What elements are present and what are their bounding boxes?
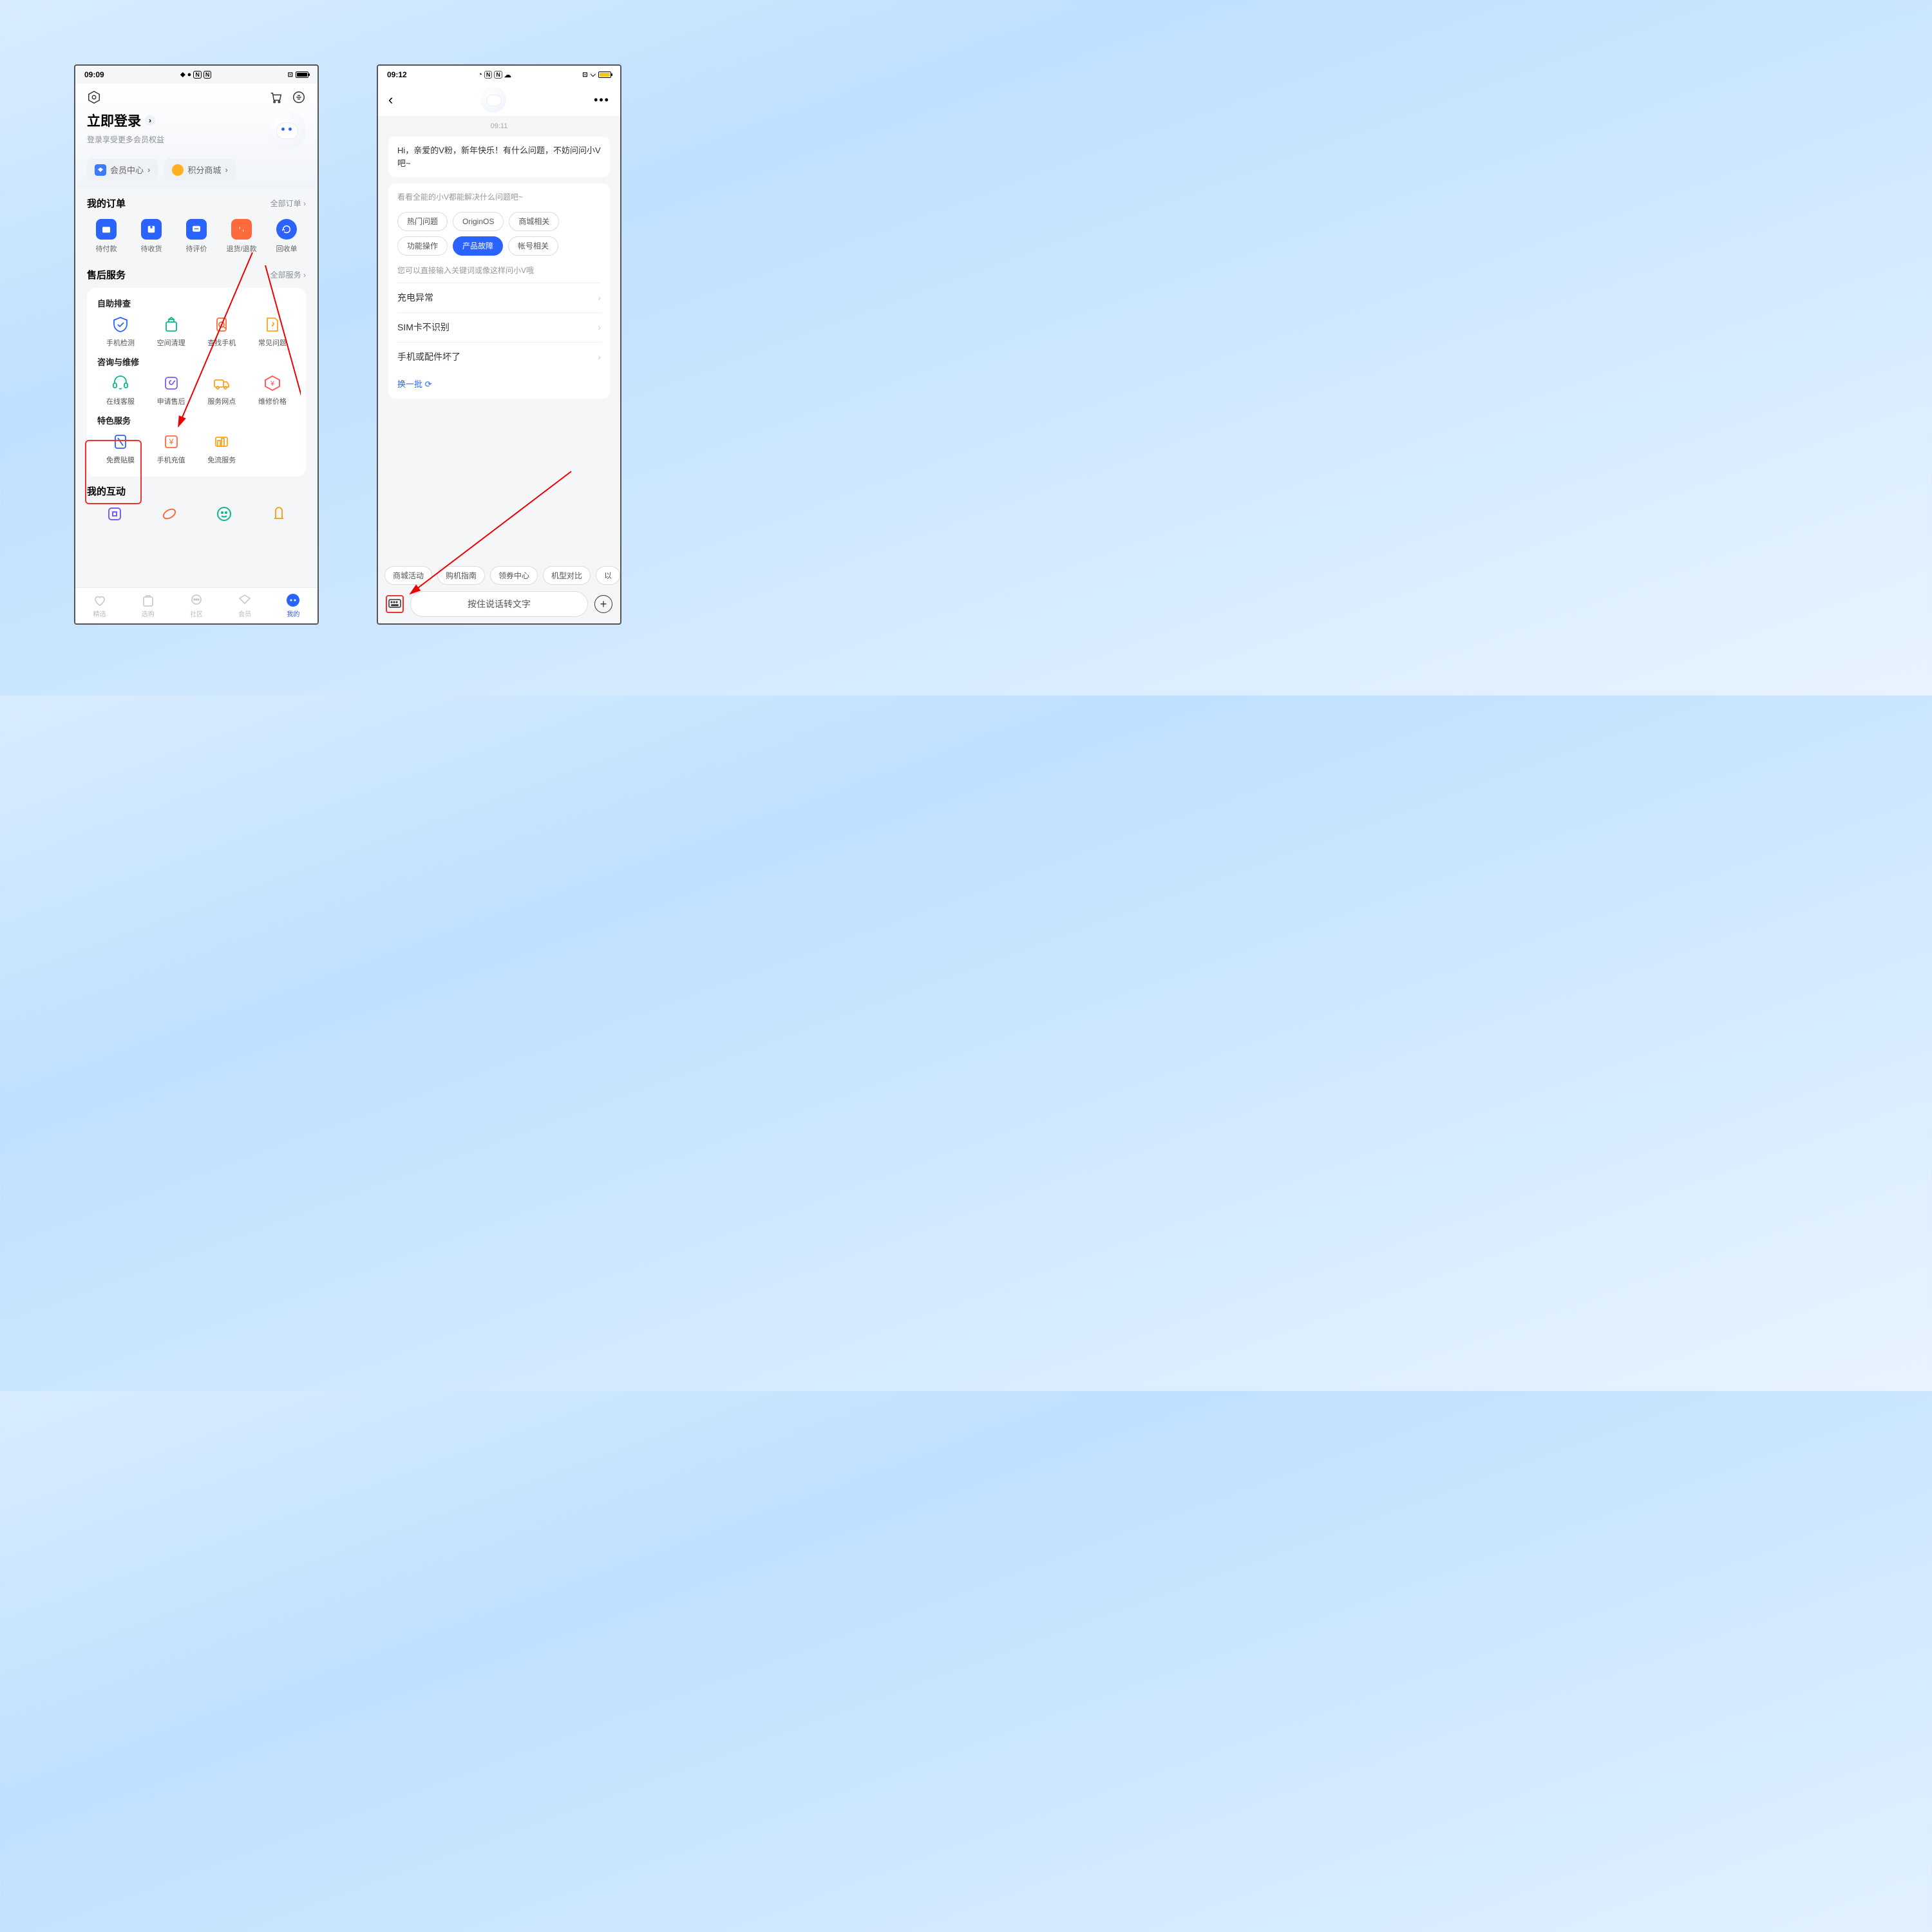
- faq-item[interactable]: SIM卡不识别›: [397, 312, 601, 342]
- order-pending-review[interactable]: 待评价: [177, 219, 216, 254]
- svg-text:¥: ¥: [168, 437, 173, 446]
- quick-chip[interactable]: 机型对比: [543, 566, 591, 585]
- bubble-hint: 看看全能的小V都能解决什么问题吧~: [397, 191, 601, 209]
- nav-community[interactable]: 社区: [189, 593, 204, 618]
- chat-timestamp: 09:11: [378, 122, 620, 130]
- quick-chip[interactable]: 商城活动: [384, 566, 432, 585]
- phone-recharge[interactable]: ¥手机充值: [148, 433, 194, 465]
- service-title: 售后服务: [87, 268, 126, 281]
- orders-title: 我的订单: [87, 196, 126, 210]
- status-time: 09:09: [84, 70, 104, 79]
- cart-icon[interactable]: [269, 90, 283, 104]
- order-refund[interactable]: 退货/退款: [222, 219, 261, 254]
- svg-text:¥: ¥: [270, 380, 275, 388]
- selfcheck-title: 自助排查: [97, 297, 296, 309]
- topic-chip[interactable]: 产品故障: [453, 236, 503, 256]
- phone-check[interactable]: 手机检测: [97, 316, 144, 348]
- consult-title: 咨询与维修: [97, 355, 296, 368]
- interact-icon-4[interactable]: [270, 506, 287, 522]
- login-subtitle: 登录享受更多会员权益: [87, 134, 164, 145]
- nav-shop[interactable]: 选购: [141, 593, 155, 618]
- phone-left: 09:09 ⬥●NN ⊡ 立即登录 ›: [74, 64, 319, 625]
- interact-title: 我的互动: [87, 484, 126, 498]
- bottom-chip-row[interactable]: 商城活动购机指南领券中心机型对比以: [378, 566, 620, 585]
- avatar-robot[interactable]: [267, 111, 306, 149]
- space-clean[interactable]: 空间清理: [148, 316, 194, 348]
- apply-aftersale[interactable]: 申请售后: [148, 374, 194, 406]
- status-bar: 09:09 ⬥●NN ⊡: [75, 66, 317, 84]
- quick-chip[interactable]: 购机指南: [437, 566, 485, 585]
- arrow-2: [404, 465, 584, 607]
- order-recycle[interactable]: 回收单: [267, 219, 306, 254]
- phone-right: 09:12 ◔NN☁ ⊡⌵ ‹ ••• 09:11 Hi，亲爱的V粉，新年快乐！…: [377, 64, 621, 625]
- voice-input-button[interactable]: 按住说话转文字: [410, 591, 588, 617]
- orders-more[interactable]: 全部订单 ›: [270, 198, 306, 209]
- member-center-button[interactable]: 会员中心›: [87, 158, 158, 181]
- interact-icon-3[interactable]: [216, 506, 232, 522]
- points-mall-button[interactable]: 积分商城›: [164, 158, 235, 181]
- find-phone[interactable]: 查找手机: [198, 316, 245, 348]
- repair-price[interactable]: ¥维修价格: [249, 374, 296, 406]
- quick-chip[interactable]: 以: [596, 566, 620, 585]
- login-button[interactable]: 立即登录 ›: [87, 111, 164, 130]
- settings-hex-icon[interactable]: [87, 90, 101, 104]
- online-service[interactable]: 在线客服: [97, 374, 144, 406]
- service-point[interactable]: 服务网点: [198, 374, 245, 406]
- back-icon[interactable]: ‹: [388, 91, 393, 108]
- greeting-bubble: Hi，亲爱的V粉，新年快乐！有什么问题，不妨问问小V吧~: [388, 137, 610, 177]
- interact-icon-2[interactable]: [161, 506, 178, 522]
- keyboard-toggle-icon[interactable]: [386, 595, 404, 613]
- order-pending-receive[interactable]: 待收货: [132, 219, 171, 254]
- refresh-button[interactable]: 换一批 ⟳: [397, 372, 601, 393]
- topic-chip[interactable]: 帐号相关: [508, 236, 558, 256]
- q-hint: 您可以直接输入关键词或像这样问小V哦: [397, 262, 601, 283]
- plus-icon[interactable]: +: [594, 595, 612, 613]
- topic-chip[interactable]: 商城相关: [509, 212, 559, 231]
- special-title: 特色服务: [97, 414, 296, 426]
- free-film[interactable]: 免费贴膜: [97, 433, 144, 465]
- nav-mine[interactable]: 我的: [286, 593, 300, 618]
- topic-chip[interactable]: OriginOS: [453, 212, 504, 231]
- headset-icon[interactable]: [292, 90, 306, 104]
- quick-chip[interactable]: 领券中心: [490, 566, 538, 585]
- status-time-2: 09:12: [387, 70, 407, 79]
- status-bar-2: 09:12 ◔NN☁ ⊡⌵: [378, 66, 620, 84]
- nav-vip[interactable]: 会员: [238, 593, 252, 618]
- faq[interactable]: 常见问题: [249, 316, 296, 348]
- interact-icon-1[interactable]: [106, 506, 123, 522]
- service-more[interactable]: 全部服务 ›: [270, 269, 306, 280]
- bottom-nav: 精选 选购 社区 会员 我的: [75, 587, 317, 623]
- order-pending-pay[interactable]: 待付款: [87, 219, 126, 254]
- topic-chip[interactable]: 热门问题: [397, 212, 448, 231]
- faq-item[interactable]: 充电异常›: [397, 283, 601, 312]
- chat-avatar: [480, 87, 506, 113]
- nav-featured[interactable]: 精选: [93, 593, 107, 618]
- more-icon[interactable]: •••: [594, 93, 610, 107]
- free-data[interactable]: 免流服务: [198, 433, 245, 465]
- faq-item[interactable]: 手机或配件坏了›: [397, 342, 601, 372]
- topic-chip[interactable]: 功能操作: [397, 236, 448, 256]
